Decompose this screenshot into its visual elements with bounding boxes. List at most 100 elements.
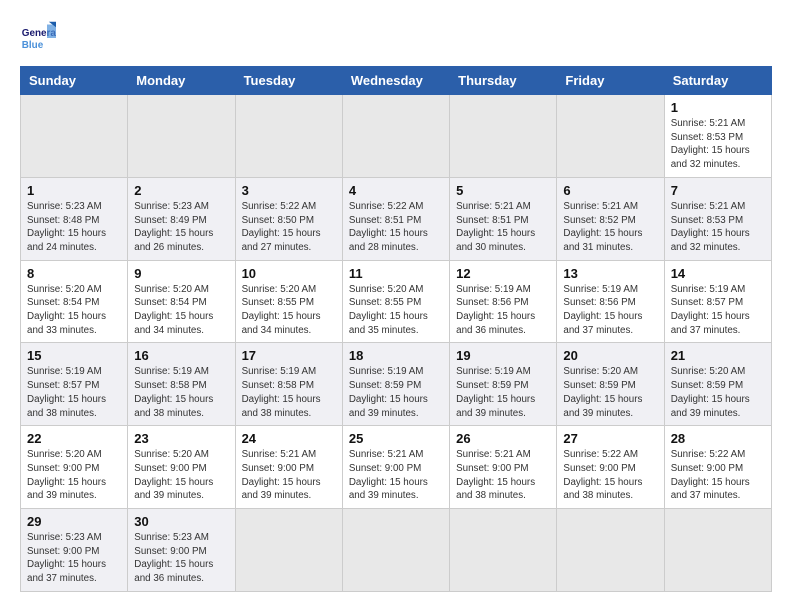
- day-cell: [128, 95, 235, 178]
- day-number: 8: [27, 266, 121, 281]
- day-cell: [235, 95, 342, 178]
- day-cell: 4 Sunrise: 5:22 AMSunset: 8:51 PMDaylight…: [342, 177, 449, 260]
- day-number: 7: [671, 183, 765, 198]
- day-cell: [342, 95, 449, 178]
- day-cell: [450, 95, 557, 178]
- day-cell: 1Sunrise: 5:21 AMSunset: 8:53 PMDaylight…: [664, 95, 771, 178]
- week-row-1: 1Sunrise: 5:21 AMSunset: 8:53 PMDaylight…: [21, 95, 772, 178]
- day-info: Sunrise: 5:19 AMSunset: 8:58 PMDaylight:…: [134, 365, 228, 420]
- day-number: 1: [671, 100, 765, 115]
- day-cell: [235, 509, 342, 592]
- day-cell: [557, 509, 664, 592]
- day-info: Sunrise: 5:20 AMSunset: 8:54 PMDaylight:…: [134, 283, 228, 338]
- day-info: Sunrise: 5:20 AMSunset: 8:54 PMDaylight:…: [27, 283, 121, 338]
- day-info: Sunrise: 5:21 AMSunset: 8:51 PMDaylight:…: [456, 200, 550, 255]
- day-info: Sunrise: 5:19 AMSunset: 8:56 PMDaylight:…: [563, 283, 657, 338]
- calendar-header-row: SundayMondayTuesdayWednesdayThursdayFrid…: [21, 67, 772, 95]
- day-cell: [21, 95, 128, 178]
- col-header-monday: Monday: [128, 67, 235, 95]
- day-number: 13: [563, 266, 657, 281]
- logo-icon: General Blue: [20, 20, 56, 56]
- day-cell: 25 Sunrise: 5:21 AMSunset: 9:00 PMDayligh…: [342, 426, 449, 509]
- day-cell: 7 Sunrise: 5:21 AMSunset: 8:53 PMDaylight…: [664, 177, 771, 260]
- day-number: 2: [134, 183, 228, 198]
- day-cell: 10Sunrise: 5:20 AMSunset: 8:55 PMDayligh…: [235, 260, 342, 343]
- day-cell: 1 Sunrise: 5:23 AMSunset: 8:48 PMDaylight…: [21, 177, 128, 260]
- day-info: Sunrise: 5:23 AMSunset: 9:00 PMDaylight:…: [27, 531, 121, 586]
- day-cell: 5 Sunrise: 5:21 AMSunset: 8:51 PMDaylight…: [450, 177, 557, 260]
- day-info: Sunrise: 5:19 AMSunset: 8:59 PMDaylight:…: [456, 365, 550, 420]
- day-cell: 23Sunrise: 5:20 AMSunset: 9:00 PMDayligh…: [128, 426, 235, 509]
- day-info: Sunrise: 5:20 AMSunset: 8:59 PMDaylight:…: [671, 365, 765, 420]
- day-cell: 6 Sunrise: 5:21 AMSunset: 8:52 PMDaylight…: [557, 177, 664, 260]
- day-info: Sunrise: 5:23 AMSunset: 8:49 PMDaylight:…: [134, 200, 228, 255]
- day-number: 14: [671, 266, 765, 281]
- day-cell: 14 Sunrise: 5:19 AMSunset: 8:57 PMDayligh…: [664, 260, 771, 343]
- day-number: 25: [349, 431, 443, 446]
- day-cell: [342, 509, 449, 592]
- day-cell: 29 Sunrise: 5:23 AMSunset: 9:00 PMDayligh…: [21, 509, 128, 592]
- day-cell: 9 Sunrise: 5:20 AMSunset: 8:54 PMDaylight…: [128, 260, 235, 343]
- day-cell: 30Sunrise: 5:23 AMSunset: 9:00 PMDayligh…: [128, 509, 235, 592]
- page-header: General Blue: [20, 20, 772, 56]
- day-number: 15: [27, 348, 121, 363]
- col-header-wednesday: Wednesday: [342, 67, 449, 95]
- day-cell: 22 Sunrise: 5:20 AMSunset: 9:00 PMDayligh…: [21, 426, 128, 509]
- day-number: 27: [563, 431, 657, 446]
- week-row-2: 1 Sunrise: 5:23 AMSunset: 8:48 PMDaylight…: [21, 177, 772, 260]
- day-info: Sunrise: 5:23 AMSunset: 8:48 PMDaylight:…: [27, 200, 121, 255]
- day-cell: 27Sunrise: 5:22 AMSunset: 9:00 PMDayligh…: [557, 426, 664, 509]
- day-cell: 16 Sunrise: 5:19 AMSunset: 8:58 PMDayligh…: [128, 343, 235, 426]
- day-cell: 19 Sunrise: 5:19 AMSunset: 8:59 PMDayligh…: [450, 343, 557, 426]
- day-cell: 12Sunrise: 5:19 AMSunset: 8:56 PMDayligh…: [450, 260, 557, 343]
- day-info: Sunrise: 5:20 AMSunset: 9:00 PMDaylight:…: [27, 448, 121, 503]
- day-number: 6: [563, 183, 657, 198]
- day-info: Sunrise: 5:19 AMSunset: 8:58 PMDaylight:…: [242, 365, 336, 420]
- day-info: Sunrise: 5:20 AMSunset: 8:55 PMDaylight:…: [242, 283, 336, 338]
- week-row-5: 22 Sunrise: 5:20 AMSunset: 9:00 PMDayligh…: [21, 426, 772, 509]
- day-info: Sunrise: 5:22 AMSunset: 9:00 PMDaylight:…: [671, 448, 765, 503]
- day-cell: 28 Sunrise: 5:22 AMSunset: 9:00 PMDayligh…: [664, 426, 771, 509]
- day-cell: 11 Sunrise: 5:20 AMSunset: 8:55 PMDayligh…: [342, 260, 449, 343]
- day-number: 9: [134, 266, 228, 281]
- week-row-3: 8 Sunrise: 5:20 AMSunset: 8:54 PMDaylight…: [21, 260, 772, 343]
- day-number: 28: [671, 431, 765, 446]
- day-info: Sunrise: 5:21 AMSunset: 9:00 PMDaylight:…: [456, 448, 550, 503]
- day-number: 5: [456, 183, 550, 198]
- day-info: Sunrise: 5:22 AMSunset: 8:50 PMDaylight:…: [242, 200, 336, 255]
- col-header-thursday: Thursday: [450, 67, 557, 95]
- day-info: Sunrise: 5:20 AMSunset: 8:55 PMDaylight:…: [349, 283, 443, 338]
- day-info: Sunrise: 5:19 AMSunset: 8:59 PMDaylight:…: [349, 365, 443, 420]
- day-info: Sunrise: 5:19 AMSunset: 8:56 PMDaylight:…: [456, 283, 550, 338]
- day-info: Sunrise: 5:21 AMSunset: 9:00 PMDaylight:…: [349, 448, 443, 503]
- day-cell: [557, 95, 664, 178]
- day-number: 24: [242, 431, 336, 446]
- day-number: 22: [27, 431, 121, 446]
- day-number: 16: [134, 348, 228, 363]
- day-info: Sunrise: 5:21 AMSunset: 9:00 PMDaylight:…: [242, 448, 336, 503]
- day-number: 20: [563, 348, 657, 363]
- day-number: 1: [27, 183, 121, 198]
- week-row-4: 15 Sunrise: 5:19 AMSunset: 8:57 PMDayligh…: [21, 343, 772, 426]
- day-info: Sunrise: 5:20 AMSunset: 9:00 PMDaylight:…: [134, 448, 228, 503]
- day-cell: 15 Sunrise: 5:19 AMSunset: 8:57 PMDayligh…: [21, 343, 128, 426]
- day-number: 4: [349, 183, 443, 198]
- day-cell: 24 Sunrise: 5:21 AMSunset: 9:00 PMDayligh…: [235, 426, 342, 509]
- week-row-6: 29 Sunrise: 5:23 AMSunset: 9:00 PMDayligh…: [21, 509, 772, 592]
- col-header-friday: Friday: [557, 67, 664, 95]
- day-number: 19: [456, 348, 550, 363]
- day-info: Sunrise: 5:21 AMSunset: 8:53 PMDaylight:…: [671, 200, 765, 255]
- day-number: 17: [242, 348, 336, 363]
- day-cell: 21Sunrise: 5:20 AMSunset: 8:59 PMDayligh…: [664, 343, 771, 426]
- day-info: Sunrise: 5:19 AMSunset: 8:57 PMDaylight:…: [27, 365, 121, 420]
- day-info: Sunrise: 5:23 AMSunset: 9:00 PMDaylight:…: [134, 531, 228, 586]
- day-info: Sunrise: 5:22 AMSunset: 8:51 PMDaylight:…: [349, 200, 443, 255]
- day-info: Sunrise: 5:19 AMSunset: 8:57 PMDaylight:…: [671, 283, 765, 338]
- day-cell: [664, 509, 771, 592]
- day-info: Sunrise: 5:20 AMSunset: 8:59 PMDaylight:…: [563, 365, 657, 420]
- day-info: Sunrise: 5:21 AMSunset: 8:52 PMDaylight:…: [563, 200, 657, 255]
- day-number: 29: [27, 514, 121, 529]
- calendar-table: SundayMondayTuesdayWednesdayThursdayFrid…: [20, 66, 772, 592]
- day-number: 11: [349, 266, 443, 281]
- day-cell: [450, 509, 557, 592]
